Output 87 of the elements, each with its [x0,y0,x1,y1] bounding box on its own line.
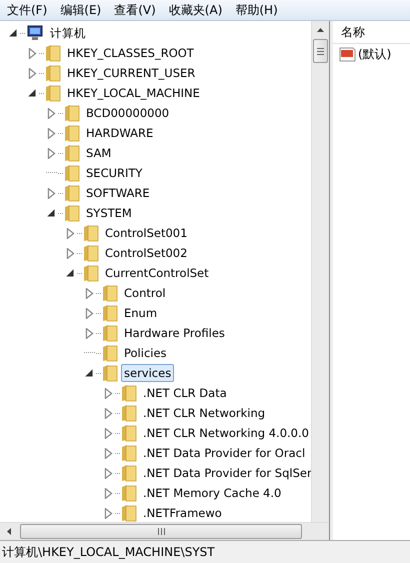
expand-arrow-icon[interactable] [103,508,114,518]
tree-item[interactable]: SAM [83,144,114,162]
folder-icon [64,184,80,202]
menu-item[interactable]: 编辑(E) [53,2,108,18]
folder-icon [83,224,99,242]
expand-arrow-icon[interactable] [103,488,114,498]
expand-arrow-icon[interactable] [46,128,57,138]
collapse-arrow-icon[interactable] [8,28,19,38]
expand-arrow-icon[interactable] [46,148,57,158]
menu-item[interactable]: 查看(V) [107,2,162,18]
tree-item[interactable]: .NETFramewo [140,504,225,522]
folder-icon [64,144,80,162]
tree-item[interactable]: HARDWARE [83,124,156,142]
value-name[interactable]: (默认) [358,46,392,62]
folder-icon [121,504,137,522]
folder-icon [121,404,137,422]
folder-icon [121,444,137,462]
expand-arrow-icon[interactable] [46,188,57,198]
scroll-up-icon[interactable] [316,27,325,33]
folder-icon [121,464,137,482]
scroll-left-icon[interactable] [6,527,12,536]
folder-icon [64,204,80,222]
tree-item[interactable]: Hardware Profiles [121,324,228,342]
collapse-arrow-icon[interactable] [27,88,38,98]
expand-arrow-icon[interactable] [103,428,114,438]
expand-arrow-icon[interactable] [103,448,114,458]
folder-icon [83,264,99,282]
folder-icon [45,44,61,62]
menu-item[interactable]: 帮助(H) [228,2,284,18]
tree-item[interactable]: SECURITY [83,164,146,182]
folder-icon [102,364,118,382]
expand-arrow-icon[interactable] [46,108,57,118]
folder-icon [64,124,80,142]
expand-arrow-icon[interactable] [65,248,76,258]
expand-arrow-icon[interactable] [65,228,76,238]
folder-icon [102,324,118,342]
tree-item[interactable]: Control [121,284,169,302]
folder-icon [64,164,80,182]
folder-icon [102,284,118,302]
string-value-icon [339,46,356,62]
tree-item[interactable]: HKEY_CURRENT_USER [64,64,198,82]
computer-icon [26,25,44,41]
tree-item[interactable]: HKEY_LOCAL_MACHINE [64,84,203,102]
expand-arrow-icon[interactable] [27,48,38,58]
tree-item[interactable]: 计算机 [47,24,89,42]
tree-item[interactable]: ControlSet002 [102,244,190,262]
scroll-thumb[interactable] [313,39,328,63]
folder-icon [45,64,61,82]
tree-item[interactable]: Policies [121,344,170,362]
tree-item[interactable]: .NET CLR Networking [140,404,268,422]
expand-arrow-icon[interactable] [84,308,95,318]
folder-icon [121,424,137,442]
collapse-arrow-icon[interactable] [65,268,76,278]
status-bar: 计算机\HKEY_LOCAL_MACHINE\SYST [0,540,410,563]
tree-item[interactable]: services [121,364,174,382]
menu-item[interactable]: 文件(F) [0,2,54,18]
tree-item[interactable]: .NET Data Provider for Oracl [140,444,308,462]
folder-icon [45,84,61,102]
tree-item[interactable]: BCD00000000 [83,104,172,122]
folder-icon [64,104,80,122]
expand-arrow-icon[interactable] [27,68,38,78]
folder-icon [83,244,99,262]
tree-item[interactable]: .NET CLR Data [140,384,230,402]
collapse-arrow-icon[interactable] [46,208,57,218]
tree-item[interactable]: SOFTWARE [83,184,153,202]
tree-item[interactable]: CurrentControlSet [102,264,212,282]
tree-item[interactable]: HKEY_CLASSES_ROOT [64,44,197,62]
tree-item[interactable]: ControlSet001 [102,224,190,242]
vertical-scrollbar[interactable] [311,21,329,522]
tree-item[interactable]: .NET CLR Networking 4.0.0.0 [140,424,311,442]
scroll-thumb[interactable] [20,524,302,539]
column-header[interactable]: 名称 [333,24,365,40]
folder-icon [121,384,137,402]
horizontal-scrollbar[interactable] [0,522,329,540]
expand-arrow-icon[interactable] [84,288,95,298]
expand-arrow-icon[interactable] [84,328,95,338]
folder-icon [121,484,137,502]
collapse-arrow-icon[interactable] [84,368,95,378]
expand-arrow-icon[interactable] [103,468,114,478]
menu-item[interactable]: 收藏夹(A) [162,2,228,18]
folder-icon [102,304,118,322]
expand-arrow-icon[interactable] [103,408,114,418]
folder-icon [102,344,118,362]
expand-arrow-icon[interactable] [103,388,114,398]
tree-item[interactable]: Enum [121,304,160,322]
tree-item[interactable]: .NET Memory Cache 4.0 [140,484,284,502]
tree-item[interactable]: SYSTEM [83,204,135,222]
